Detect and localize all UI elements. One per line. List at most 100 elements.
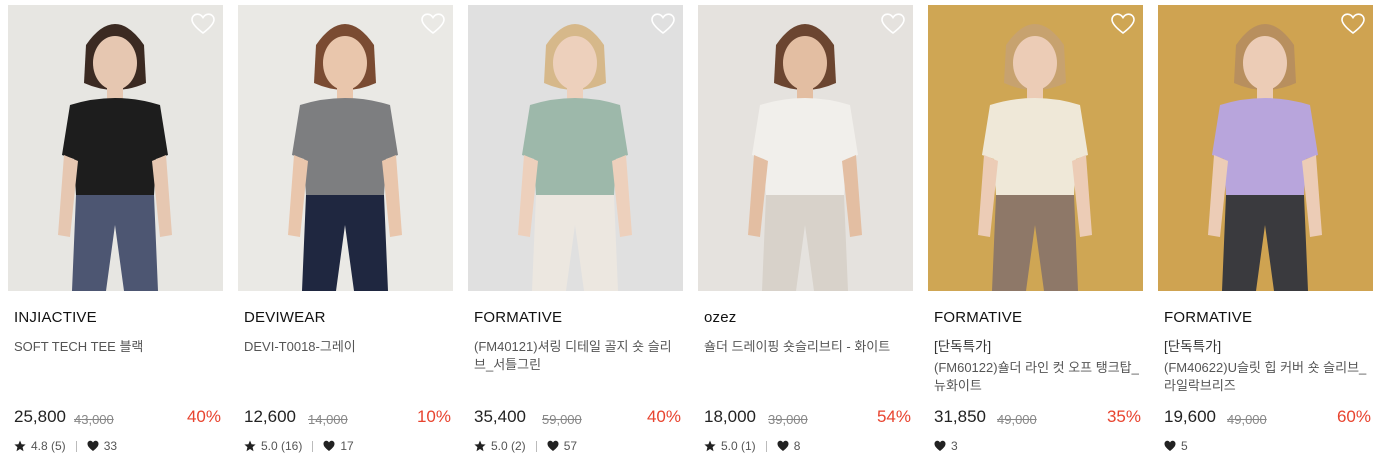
- product-meta: 4.8 (5) 33: [14, 439, 117, 453]
- sale-price: 25,800: [14, 407, 66, 426]
- product-card[interactable]: FORMATIVE [단독특가] (FM60122)숄더 라인 컷 오프 탱크탑_…: [928, 5, 1143, 460]
- product-meta: 5.0 (2) 57: [474, 439, 577, 453]
- product-image[interactable]: [238, 5, 453, 291]
- original-price: 14,000: [308, 412, 348, 427]
- rating-text: 5.0 (16): [261, 439, 303, 453]
- product-image[interactable]: [698, 5, 913, 291]
- brand-name[interactable]: DEVIWEAR: [244, 309, 326, 326]
- star-icon: [14, 440, 26, 452]
- product-image[interactable]: [1158, 5, 1373, 291]
- model-top: [292, 98, 398, 195]
- meta-divider: [535, 440, 537, 452]
- brand-name[interactable]: ozez: [704, 309, 737, 326]
- product-name[interactable]: (FM40121)셔링 디테일 골지 숏 슬리브_서틀그린: [474, 338, 679, 374]
- product-photo: [698, 5, 913, 291]
- discount-rate: 40%: [646, 407, 681, 426]
- brand-name[interactable]: FORMATIVE: [474, 309, 562, 326]
- likes-count: 8: [793, 439, 801, 453]
- product-photo: [8, 5, 223, 291]
- heart-icon: [547, 440, 559, 451]
- product-card[interactable]: DEVIWEAR DEVI-T0018-그레이 12,600 14,000 10…: [238, 5, 453, 460]
- product-photo: [928, 5, 1143, 291]
- rating-text: 5.0 (1): [721, 439, 756, 453]
- product-title: 숄더 드레이핑 숏슬리브티 - 화이트: [704, 339, 891, 354]
- heart-icon: [323, 440, 335, 451]
- discount-rate: 54%: [876, 407, 911, 426]
- product-title: DEVI-T0018-그레이: [244, 339, 356, 354]
- promo-tag: [단독특가]: [1164, 339, 1222, 354]
- heart-icon: [87, 440, 99, 451]
- original-price: 43,000: [74, 412, 114, 427]
- meta-divider: [75, 440, 77, 452]
- model-face: [553, 36, 597, 90]
- product-name[interactable]: [단독특가] (FM40622)U슬릿 힙 커버 숏 슬리브_라일락브리즈: [1164, 338, 1369, 395]
- wishlist-heart-icon[interactable]: [421, 13, 445, 35]
- product-name[interactable]: [단독특가] (FM60122)숄더 라인 컷 오프 탱크탑_뉴화이트: [934, 338, 1139, 395]
- likes-count: 57: [563, 439, 578, 453]
- model-face: [323, 36, 367, 90]
- price-row: 31,850 49,000 35%: [934, 407, 1141, 429]
- product-meta: 5.0 (16) 17: [244, 439, 354, 453]
- product-meta: 5.0 (1) 8: [704, 439, 800, 453]
- model-face: [1013, 36, 1057, 90]
- wishlist-heart-icon[interactable]: [1341, 13, 1365, 35]
- brand-name[interactable]: INJIACTIVE: [14, 309, 97, 326]
- product-image[interactable]: [928, 5, 1143, 291]
- likes-count: 3: [951, 439, 958, 453]
- original-price: 59,000: [542, 412, 582, 427]
- product-title: (FM40622)U슬릿 힙 커버 숏 슬리브_라일락브리즈: [1164, 360, 1367, 393]
- model-top: [982, 98, 1088, 195]
- model-face: [1243, 36, 1287, 90]
- discount-rate: 40%: [186, 407, 221, 426]
- model-top: [522, 98, 628, 195]
- star-icon: [244, 440, 256, 452]
- product-card[interactable]: ozez 숄더 드레이핑 숏슬리브티 - 화이트 18,000 39,000 5…: [698, 5, 913, 460]
- product-meta: 3: [934, 439, 958, 453]
- product-title: (FM40121)셔링 디테일 골지 숏 슬리브_서틀그린: [474, 339, 672, 372]
- price-row: 12,600 14,000 10%: [244, 407, 451, 429]
- discount-rate: 35%: [1106, 407, 1141, 426]
- product-name[interactable]: DEVI-T0018-그레이: [244, 338, 449, 356]
- discount-rate: 10%: [416, 407, 451, 426]
- star-icon: [704, 440, 716, 452]
- likes-count: 5: [1181, 439, 1188, 453]
- meta-divider: [312, 440, 314, 452]
- wishlist-heart-icon[interactable]: [191, 13, 215, 35]
- product-photo: [238, 5, 453, 291]
- brand-name[interactable]: FORMATIVE: [934, 309, 1022, 326]
- product-card[interactable]: FORMATIVE (FM40121)셔링 디테일 골지 숏 슬리브_서틀그린 …: [468, 5, 683, 460]
- sale-price: 35,400: [474, 407, 526, 426]
- meta-divider: [765, 440, 767, 452]
- wishlist-heart-icon[interactable]: [651, 13, 675, 35]
- model-top: [62, 98, 168, 195]
- original-price: 49,000: [1227, 412, 1267, 427]
- heart-icon: [934, 440, 946, 451]
- sale-price: 31,850: [934, 407, 986, 426]
- price-row: 35,400 59,000 40%: [474, 407, 681, 429]
- likes-count: 17: [340, 439, 354, 453]
- product-image[interactable]: [468, 5, 683, 291]
- wishlist-heart-icon[interactable]: [1111, 13, 1135, 35]
- rating-text: 4.8 (5): [31, 439, 66, 453]
- product-card[interactable]: INJIACTIVE SOFT TECH TEE 블랙 25,800 43,00…: [8, 5, 223, 460]
- product-title: SOFT TECH TEE 블랙: [14, 339, 144, 354]
- product-name[interactable]: 숄더 드레이핑 숏슬리브티 - 화이트: [704, 338, 909, 356]
- heart-icon: [1164, 440, 1176, 451]
- product-title: (FM60122)숄더 라인 컷 오프 탱크탑_뉴화이트: [934, 360, 1139, 393]
- product-name[interactable]: SOFT TECH TEE 블랙: [14, 338, 219, 356]
- sale-price: 19,600: [1164, 407, 1216, 426]
- wishlist-heart-icon[interactable]: [881, 13, 905, 35]
- product-image[interactable]: [8, 5, 223, 291]
- rating-text: 5.0 (2): [491, 439, 526, 453]
- likes-count: 33: [103, 439, 118, 453]
- price-row: 18,000 39,000 54%: [704, 407, 911, 429]
- price-row: 25,800 43,000 40%: [14, 407, 221, 429]
- model-top: [752, 98, 858, 195]
- product-card[interactable]: FORMATIVE [단독특가] (FM40622)U슬릿 힙 커버 숏 슬리브_…: [1158, 5, 1373, 460]
- product-meta: 5: [1164, 439, 1188, 453]
- brand-name[interactable]: FORMATIVE: [1164, 309, 1252, 326]
- price-row: 19,600 49,000 60%: [1164, 407, 1371, 429]
- discount-rate: 60%: [1336, 407, 1371, 426]
- product-photo: [468, 5, 683, 291]
- original-price: 39,000: [768, 412, 808, 427]
